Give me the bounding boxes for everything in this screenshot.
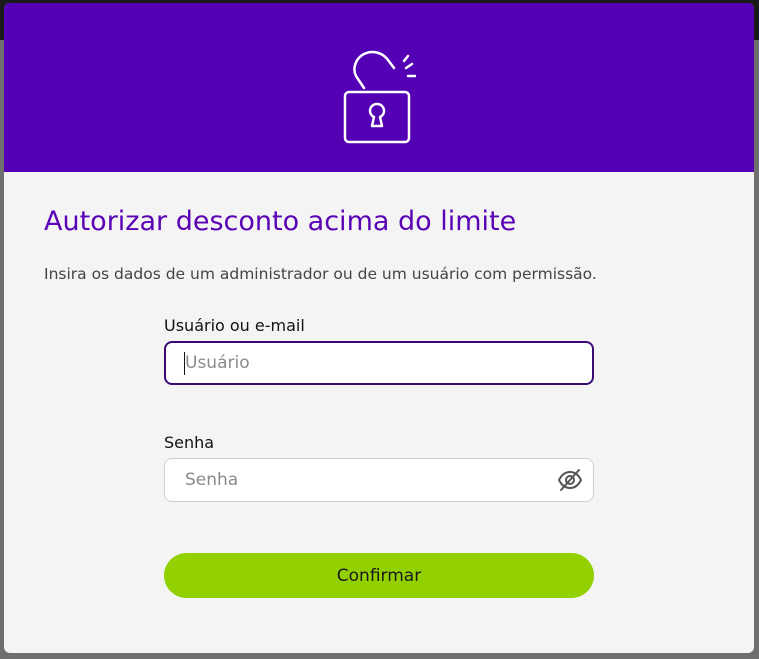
dialog-subtitle: Insira os dados de um administrador ou d… <box>44 265 597 283</box>
unlocked-padlock-icon <box>343 50 416 144</box>
dialog-header <box>4 3 754 172</box>
eye-off-icon[interactable] <box>557 468 583 492</box>
confirm-button[interactable]: Confirmar <box>164 553 594 598</box>
username-input[interactable] <box>164 341 594 385</box>
authorize-discount-dialog: Autorizar desconto acima do limite Insir… <box>4 3 754 653</box>
text-cursor <box>184 352 185 375</box>
password-label: Senha <box>164 433 215 452</box>
password-input[interactable] <box>164 458 594 502</box>
username-label: Usuário ou e-mail <box>164 316 305 335</box>
dialog-title: Autorizar desconto acima do limite <box>44 206 517 237</box>
